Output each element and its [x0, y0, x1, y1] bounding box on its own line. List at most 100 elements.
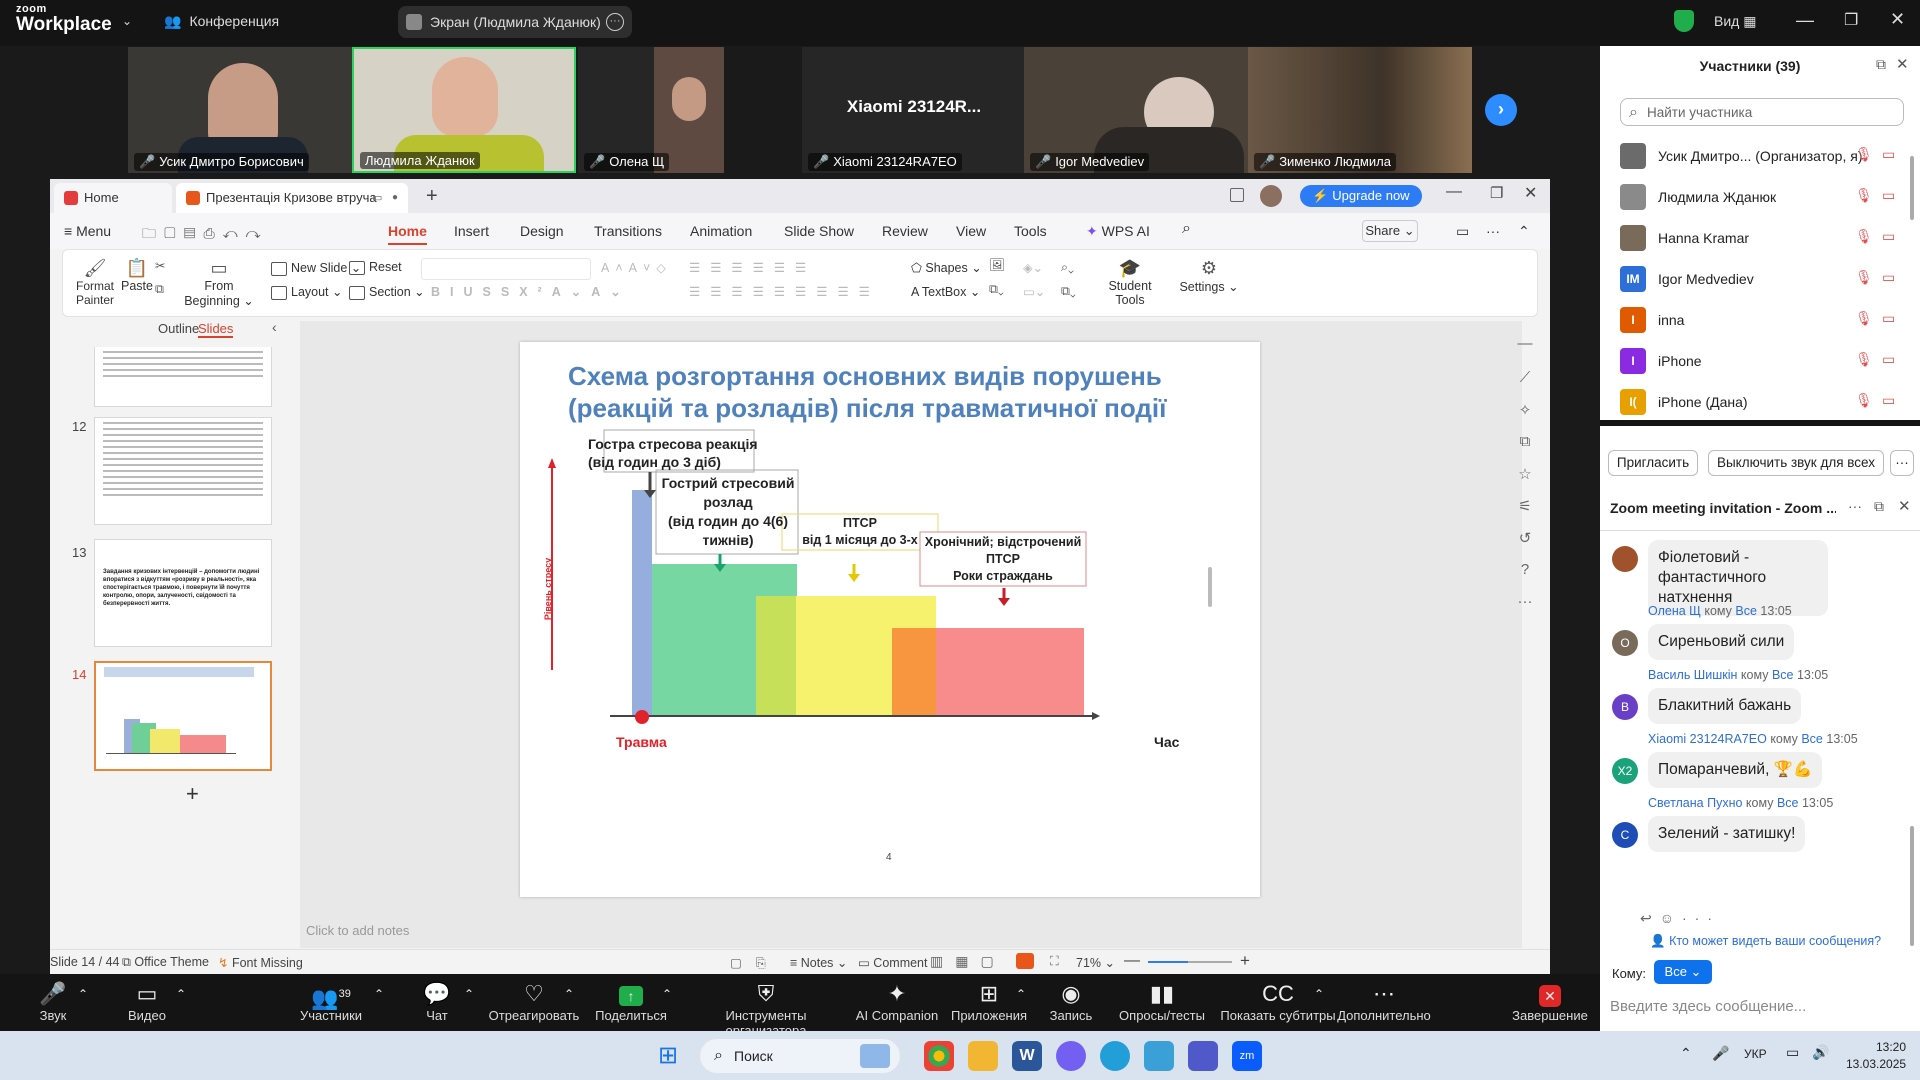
adjust-icon[interactable]: ⚟ [1515, 497, 1535, 517]
layout-button[interactable]: Layout ⌄ [271, 284, 342, 300]
camera-off-icon[interactable]: ▭ [1882, 228, 1895, 245]
chat-input[interactable]: Введите здесь сообщение... [1610, 998, 1806, 1015]
participant-row[interactable]: I(iPhone (Дана) 🎙 ▭ [1620, 384, 1910, 418]
zoom-taskbar-icon[interactable]: zm [1232, 1041, 1262, 1071]
history-icon[interactable]: ↺ [1515, 529, 1535, 549]
invite-button[interactable]: Пригласить [1608, 450, 1698, 476]
telegram-icon[interactable] [1100, 1041, 1130, 1071]
mic-off-icon[interactable]: 🎙 [1855, 269, 1873, 286]
network-icon[interactable]: ▭ [1786, 1044, 1799, 1061]
zoom-percent[interactable]: 71% ⌄ [1076, 955, 1115, 970]
mute-all-button[interactable]: Выключить звук для всех [1708, 450, 1884, 476]
layers-icon[interactable]: ⧉ [1515, 433, 1535, 453]
video-tile[interactable]: Xiaomi 23124R... 🎤 Xiaomi 23124RA7EO [802, 47, 1026, 173]
chrome-icon[interactable] [924, 1041, 954, 1071]
share-button[interactable]: Share ⌄ [1362, 220, 1418, 242]
quick-access-icons[interactable]: 🗀▢▤⎙↶↷ [142, 223, 269, 247]
menu-tab-insert[interactable]: Insert [454, 223, 489, 239]
end-meeting-button[interactable]: ✕ Завершение [1510, 974, 1590, 1031]
participant-row[interactable]: Hanna Kramar 🎙 ▭ [1620, 220, 1910, 254]
more-icon[interactable]: ··· [1890, 450, 1914, 476]
minimize-icon[interactable]: — [1446, 183, 1462, 201]
conference-button[interactable]: 👥 Конференция [164, 13, 279, 30]
volume-icon[interactable]: 🔊 [1812, 1044, 1829, 1061]
video-tile[interactable]: 🎤 Олена Щ [578, 47, 724, 173]
arrange-icon[interactable]: ⧉⌄ [989, 282, 1004, 297]
word-icon[interactable]: W [1012, 1041, 1042, 1071]
viber-icon[interactable] [1056, 1041, 1086, 1071]
collapse-panel-icon[interactable]: ‹ [272, 319, 277, 335]
scrollbar-thumb[interactable] [1910, 826, 1914, 946]
zoom-in-icon[interactable]: + [1240, 951, 1250, 971]
slide-thumbnail[interactable] [94, 347, 272, 407]
from-beginning-button[interactable]: ▭ From Beginning ⌄ [175, 258, 263, 308]
video-tile-active-speaker[interactable]: Людмила Жданюк [352, 47, 576, 173]
text-format-buttons[interactable]: BIUSSX²A⌄A⌄ [431, 284, 631, 299]
participants-button[interactable]: 👥39 Участники [296, 974, 366, 1031]
record-button[interactable]: ◉ Запись [1046, 974, 1096, 1031]
camera-off-icon[interactable]: ▭ [1882, 269, 1895, 286]
language-indicator[interactable]: УКР [1744, 1047, 1767, 1061]
close-icon[interactable]: ✕ [1896, 55, 1909, 73]
screen-share-indicator[interactable]: Экран (Людмила Жданюк) ··· [398, 6, 632, 38]
zoom-slider[interactable] [1148, 961, 1232, 963]
camera-off-icon[interactable]: ▭ [1882, 187, 1895, 204]
video-options-caret[interactable]: ⌃ [174, 974, 188, 1031]
comment-icon[interactable]: ▭ [1456, 223, 1469, 240]
picture-icon[interactable]: 🖼 [989, 258, 1005, 273]
popout-icon[interactable]: ⧉ [1874, 498, 1884, 515]
new-slide-button[interactable]: New Slide ⌄ [271, 260, 361, 276]
tray-chevron-icon[interactable]: ⌃ [1680, 1045, 1692, 1062]
camera-off-icon[interactable]: ▭ [1882, 146, 1895, 163]
fit-icon[interactable]: ⛶ [1050, 954, 1059, 969]
mic-off-icon[interactable]: 🎙 [1855, 392, 1873, 409]
star-icon[interactable]: ☆ [1515, 465, 1535, 485]
close-icon[interactable]: ✕ [1524, 183, 1537, 203]
camera-off-icon[interactable]: ▭ [1882, 392, 1895, 409]
add-slide-plus-icon[interactable]: + [186, 781, 199, 807]
menu-tab-animation[interactable]: Animation [690, 223, 752, 239]
participant-row[interactable]: Людмила Жданюк 🎙 ▭ [1620, 179, 1910, 213]
ai-companion-button[interactable]: ✦ AI Companion [852, 974, 942, 1031]
tab-outline[interactable]: Outline [158, 321, 199, 336]
slide-thumbnail[interactable]: Завдання кризових інтервенцій – допомогт… [94, 539, 272, 647]
camera-off-icon[interactable]: ▭ [1882, 351, 1895, 368]
minus-icon[interactable]: — [1515, 335, 1535, 355]
video-tile[interactable]: 🎤 Усик Дмитро Борисович [128, 47, 352, 173]
mic-tray-icon[interactable]: 🎤 [1712, 1045, 1729, 1062]
view-mode-buttons[interactable]: ▥▦▢ [930, 953, 1006, 970]
mic-off-icon[interactable]: 🎙 [1855, 310, 1873, 327]
paragraph-buttons[interactable]: ☰☰☰☰☰☰ [689, 260, 816, 275]
new-tab-plus-icon[interactable]: + [426, 185, 438, 208]
audio-options-caret[interactable]: ⌃ [76, 974, 90, 1031]
fill-icon[interactable]: ◈⌄ [1023, 260, 1043, 275]
video-button[interactable]: ▭ Видео [122, 974, 172, 1031]
participants-options-caret[interactable]: ⌃ [372, 974, 386, 1031]
outline-icon[interactable]: ▭⌄ [1023, 284, 1045, 299]
chevron-down-icon[interactable]: ⌄ [122, 14, 132, 28]
clock[interactable]: 13:20 13.03.2025 [1846, 1039, 1906, 1073]
menu-tab-review[interactable]: Review [882, 223, 928, 239]
chat-options-caret[interactable]: ⌃ [462, 974, 476, 1031]
video-tile[interactable]: 🎤 Igor Medvediev [1024, 47, 1248, 173]
menu-tab-wps-ai[interactable]: ✦ WPS AI [1086, 223, 1150, 240]
popout-icon[interactable]: ⧉ [1876, 56, 1886, 73]
more-button[interactable]: ⋯ Дополнительно [1336, 974, 1432, 1031]
settings-button[interactable]: ⚙ Settings ⌄ [1179, 258, 1239, 294]
alignment-buttons[interactable]: ☰☰☰☰☰☰☰☰☰ [689, 284, 880, 299]
apps-options-caret[interactable]: ⌃ [1014, 974, 1028, 1031]
menu-tab-home[interactable]: Home [388, 223, 427, 245]
participant-row[interactable]: IiPhone 🎙 ▭ [1620, 343, 1910, 377]
more-icon[interactable]: ··· [1515, 593, 1535, 613]
more-icon[interactable]: ··· [1848, 498, 1862, 514]
more-icon[interactable]: ··· [606, 13, 624, 31]
chat-button[interactable]: 💬 Чат [420, 974, 454, 1031]
vertical-scrollbar[interactable] [1208, 327, 1212, 927]
who-can-see-link[interactable]: 👤 Кто может видеть ваши сообщения? [1650, 934, 1881, 949]
teams-icon[interactable] [1188, 1041, 1218, 1071]
copy-icon[interactable]: ⧉ [155, 282, 164, 297]
scrollbar-thumb[interactable] [1910, 156, 1914, 220]
scrollbar-thumb[interactable] [1208, 567, 1212, 607]
participant-search-input[interactable]: ⌕ Найти участника [1620, 98, 1904, 126]
message-actions[interactable]: ↩☺··· [1640, 910, 1720, 927]
